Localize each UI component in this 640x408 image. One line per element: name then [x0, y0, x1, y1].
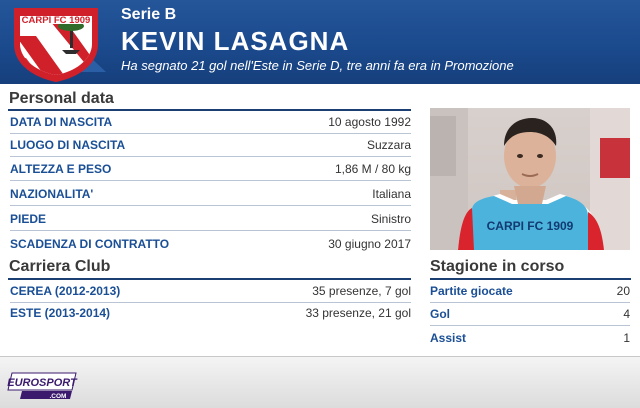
player-name: KEVIN LASAGNA [121, 26, 350, 56]
season-title: Stagione in corso [430, 258, 565, 275]
logo-sub-text: .COM [50, 393, 67, 400]
season-row-assists: Assist 1 [430, 327, 630, 349]
row-label: ESTE (2013-2014) [10, 306, 111, 320]
crest-text: CARPI FC 1909 [22, 15, 91, 26]
row-label: NAZIONALITA' [10, 187, 94, 201]
row-label: CEREA (2012-2013) [10, 284, 121, 298]
personal-row-contract: SCADENZA DI CONTRATTO 30 giugno 2017 [10, 233, 411, 255]
personal-data-title: Personal data [9, 90, 114, 107]
eurosport-logo-icon: EUROSPORT .COM [7, 372, 78, 400]
player-photo: CARPI FC 1909 [430, 108, 630, 250]
row-label: Assist [430, 331, 467, 345]
personal-row-birthplace: LUOGO DI NASCITA Suzzara [10, 134, 411, 157]
season-row-matches: Partite giocate 20 [430, 280, 630, 303]
season-row-goals: Gol 4 [430, 303, 630, 326]
career-title: Carriera Club [9, 258, 111, 275]
row-value: Suzzara [366, 138, 411, 152]
row-label: Gol [430, 307, 450, 321]
logo-text: EUROSPORT [7, 377, 78, 389]
career-row-este: ESTE (2013-2014) 33 presenze, 21 gol [10, 302, 411, 324]
league-label: Serie B [121, 6, 177, 23]
player-photo-image: CARPI FC 1909 [430, 108, 630, 250]
row-label: SCADENZA DI CONTRATTO [10, 237, 170, 251]
personal-row-height-weight: ALTEZZA E PESO 1,86 M / 80 kg [10, 158, 411, 181]
row-label: ALTEZZA E PESO [10, 162, 112, 176]
row-label: LUOGO DI NASCITA [10, 138, 126, 152]
row-value: Italiana [372, 187, 411, 201]
row-value: 35 presenze, 7 gol [312, 284, 411, 298]
row-value: 10 agosto 1992 [328, 115, 411, 129]
personal-row-nationality: NAZIONALITA' Italiana [10, 183, 411, 206]
row-value: 4 [623, 307, 630, 321]
row-label: PIEDE [10, 212, 47, 226]
row-value: Sinistro [370, 212, 411, 226]
career-row-cerea: CEREA (2012-2013) 35 presenze, 7 gol [10, 280, 411, 303]
row-value: 33 presenze, 21 gol [305, 306, 411, 320]
shirt-text: CARPI FC 1909 [487, 219, 574, 233]
footer-bar: EUROSPORT .COM [0, 356, 640, 408]
personal-row-birthdate: DATA DI NASCITA 10 agosto 1992 [10, 111, 411, 134]
player-subtitle: Ha segnato 21 gol nell'Este in Serie D, … [121, 58, 514, 73]
carpi-fc-crest-icon: CARPI FC 1909 [14, 8, 106, 82]
personal-row-foot: PIEDE Sinistro [10, 208, 411, 231]
row-value: 1 [623, 331, 630, 345]
row-value: 1,86 M / 80 kg [334, 162, 411, 176]
row-label: DATA DI NASCITA [10, 115, 113, 129]
row-label: Partite giocate [430, 284, 513, 298]
row-value: 20 [616, 284, 630, 298]
header-banner: CARPI FC 1909 Serie B KEVIN LASAGNA Ha s… [0, 0, 640, 84]
row-value: 30 giugno 2017 [328, 237, 411, 251]
